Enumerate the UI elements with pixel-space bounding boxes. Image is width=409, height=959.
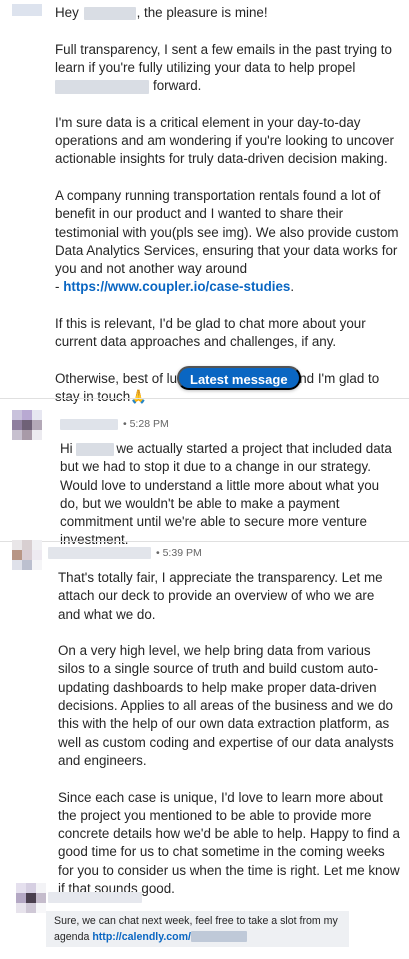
divider [0, 541, 409, 542]
greeting-suffix: , the pleasure is mine! [136, 5, 268, 20]
recipient-avatar[interactable] [16, 883, 46, 913]
closing-start: Otherwise, best of luc [55, 370, 184, 386]
message-3-paragraph-2: On a very high level, we help bring data… [58, 643, 394, 768]
redacted-link-path [191, 931, 248, 943]
redacted-name [76, 442, 115, 456]
paragraph-transparency: Full transparency, I sent a few emails i… [55, 41, 400, 96]
timestamp: • 5:39 PM [156, 547, 202, 559]
recipient-avatar[interactable] [12, 410, 42, 440]
paragraph-text: A company running transportation rentals… [55, 187, 399, 277]
latest-message-button[interactable]: Latest message [177, 366, 301, 390]
message-4: Sure, we can chat next week, feel free t… [54, 914, 349, 945]
redacted-sender-name[interactable] [60, 418, 118, 430]
redacted-name [83, 6, 136, 20]
sender-avatar-redacted[interactable] [12, 4, 42, 16]
sender-avatar[interactable] [12, 540, 42, 570]
paragraph-text: Full transparency, I sent a few emails i… [55, 41, 392, 75]
redacted-sender-name[interactable] [48, 891, 142, 903]
redacted-sender-name[interactable] [48, 547, 151, 559]
case-studies-link[interactable]: https://www.coupler.io/case-studies [63, 279, 290, 294]
link-dash: - [55, 279, 64, 295]
message-3-header: • 5:39 PM [48, 546, 202, 560]
calendly-link[interactable]: http://calendly.com/ [92, 931, 191, 943]
message-prefix: Hi [60, 441, 73, 456]
pray-emoji: 🙏 [130, 389, 147, 405]
timestamp: • 5:28 PM [123, 418, 169, 430]
message-2-header: • 5:28 PM [60, 417, 169, 431]
message-3-paragraph-3: Since each case is unique, I'd love to l… [58, 789, 401, 897]
message-3: That's totally fair, I appreciate the tr… [58, 569, 400, 898]
paragraph-case-study: A company running transportation rentals… [55, 187, 400, 297]
greeting-line: Hey , the pleasure is mine! [55, 4, 400, 22]
paragraph-data-critical: I'm sure data is a critical element in y… [55, 114, 395, 167]
message-4-header [48, 890, 142, 904]
redacted-company [55, 79, 149, 94]
paragraph-tail: forward. [153, 78, 202, 94]
message-3-paragraph-1: That's totally fair, I appreciate the tr… [58, 570, 383, 622]
message-thread: Hey , the pleasure is mine! Full transpa… [0, 0, 409, 959]
message-body: we actually started a project that inclu… [60, 441, 392, 548]
message-2-text: Hi we actually started a project that in… [60, 440, 400, 550]
greeting-prefix: Hey [55, 5, 79, 20]
paragraph-relevance: If this is relevant, I'd be glad to chat… [55, 316, 366, 350]
message-2: Hi we actually started a project that in… [60, 440, 400, 550]
link-tail: . [290, 279, 295, 295]
divider [0, 398, 409, 399]
message-1: Hey , the pleasure is mine! Full transpa… [55, 4, 400, 425]
